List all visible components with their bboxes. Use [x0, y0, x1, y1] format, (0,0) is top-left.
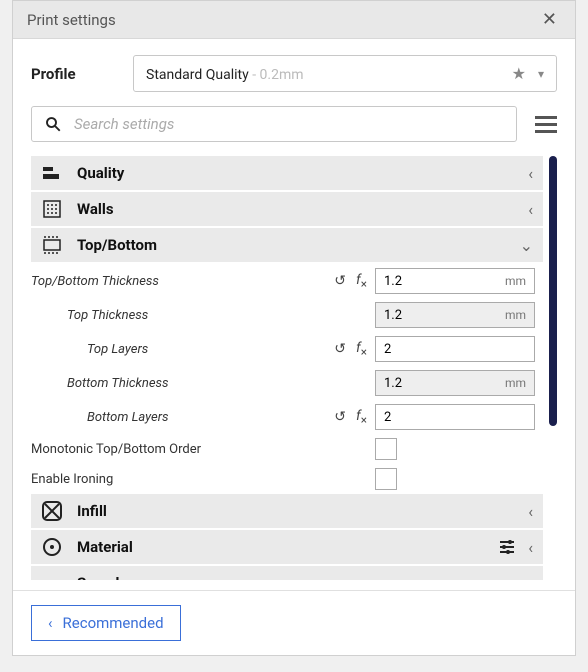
reset-icon[interactable]: ↺	[334, 341, 346, 357]
panel-body: Profile Standard Quality - 0.2mm ★ ▾	[13, 39, 575, 590]
settings-area: Quality ‹ Walls ‹ Top/Bottom ⌄ Top/Botto…	[31, 156, 557, 580]
chevron-left-icon: ‹	[528, 502, 533, 521]
input-bottom-layers[interactable]	[375, 404, 535, 430]
chevron-left-icon: ‹	[528, 538, 533, 557]
setting-top-layers: Top Layers ↺ f×	[31, 332, 543, 366]
setting-bottom-layers: Bottom Layers ↺ f×	[31, 400, 543, 434]
titlebar: Print settings ✕	[13, 1, 575, 39]
input-bottom-thickness[interactable]: mm	[375, 370, 535, 396]
print-settings-panel: Print settings ✕ Profile Standard Qualit…	[12, 0, 576, 656]
profile-label: Profile	[31, 65, 117, 83]
reset-icon[interactable]: ↺	[334, 409, 346, 425]
search-input[interactable]	[74, 115, 504, 133]
titlebar-title: Print settings	[27, 11, 116, 29]
category-quality[interactable]: Quality ‹	[31, 156, 543, 190]
reset-icon[interactable]: ↺	[334, 273, 346, 289]
chevron-left-icon: ‹	[528, 164, 533, 183]
category-walls[interactable]: Walls ‹	[31, 192, 543, 226]
profile-name: Standard Quality - 0.2mm	[146, 64, 304, 83]
recommended-button[interactable]: ‹ Recommended	[31, 605, 181, 641]
star-icon[interactable]: ★	[512, 64, 526, 83]
close-icon[interactable]: ✕	[538, 9, 561, 30]
checkbox-monotonic[interactable]	[375, 438, 397, 460]
chevron-down-icon: ▾	[538, 67, 544, 81]
fx-icon[interactable]: f×	[356, 272, 367, 291]
top-bottom-icon	[41, 234, 63, 256]
setting-top-thickness: Top Thickness mm	[31, 298, 543, 332]
walls-icon	[41, 198, 63, 220]
input-top-layers[interactable]	[375, 336, 535, 362]
category-infill[interactable]: Infill ‹	[31, 494, 543, 528]
setting-monotonic: Monotonic Top/Bottom Order	[31, 434, 543, 464]
footer: ‹ Recommended	[13, 590, 575, 655]
search-icon	[44, 115, 62, 133]
category-top-bottom[interactable]: Top/Bottom ⌄	[31, 228, 543, 262]
infill-icon	[41, 500, 63, 522]
fx-icon[interactable]: f×	[356, 340, 367, 359]
setting-top-bottom-thickness: Top/Bottom Thickness ↺ f× mm	[31, 264, 543, 298]
speed-icon	[41, 572, 63, 580]
chevron-down-icon: ⌄	[520, 236, 533, 255]
profile-row: Profile Standard Quality - 0.2mm ★ ▾	[31, 55, 557, 92]
chevron-left-icon: ‹	[48, 614, 53, 632]
quality-icon	[41, 162, 63, 184]
settings-list: Quality ‹ Walls ‹ Top/Bottom ⌄ Top/Botto…	[31, 156, 543, 580]
setting-enable-ironing: Enable Ironing	[31, 464, 543, 494]
input-top-thickness[interactable]: mm	[375, 302, 535, 328]
profile-select[interactable]: Standard Quality - 0.2mm ★ ▾	[133, 55, 557, 92]
category-speed[interactable]: Speed ‹	[31, 566, 543, 580]
search-box[interactable]	[31, 106, 517, 142]
search-row	[31, 106, 557, 142]
chevron-left-icon: ‹	[528, 574, 533, 581]
fx-icon[interactable]: f×	[356, 408, 367, 427]
category-material[interactable]: Material ‹	[31, 530, 543, 564]
chevron-left-icon: ‹	[528, 200, 533, 219]
hamburger-menu-icon[interactable]	[535, 116, 557, 133]
scrollbar[interactable]	[549, 156, 557, 426]
sliders-icon[interactable]	[498, 538, 516, 556]
setting-bottom-thickness: Bottom Thickness mm	[31, 366, 543, 400]
input-top-bottom-thickness[interactable]: mm	[375, 268, 535, 294]
checkbox-enable-ironing[interactable]	[375, 468, 397, 490]
material-icon	[41, 536, 63, 558]
